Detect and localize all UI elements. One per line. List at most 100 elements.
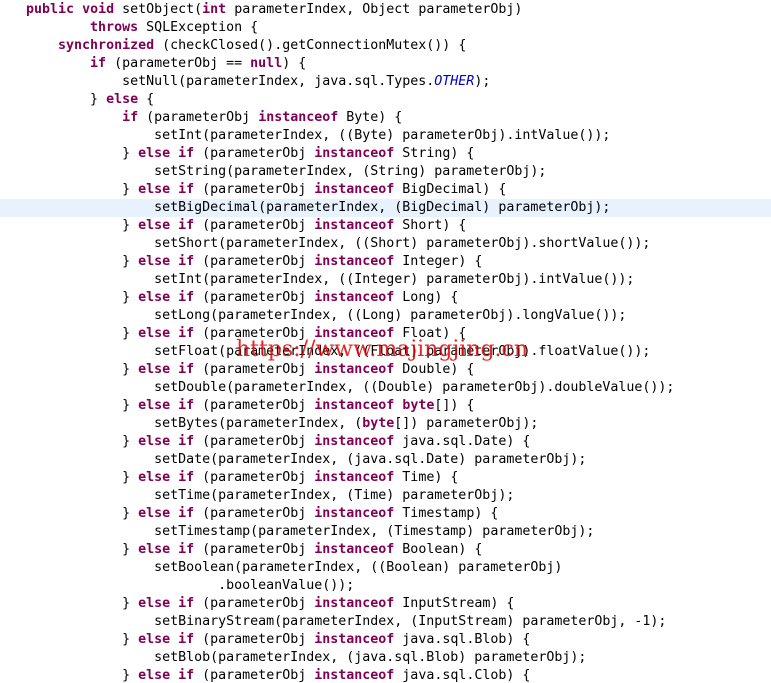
keyword-token: if — [178, 254, 195, 269]
code-line[interactable]: setInt(parameterIndex, ((Byte) parameter… — [0, 127, 771, 145]
code-line[interactable]: } else if (parameterObj instanceof Strin… — [0, 145, 771, 163]
code-line[interactable]: } else if (parameterObj instanceof Boole… — [0, 541, 771, 559]
keyword-token: if — [178, 470, 195, 485]
code-line[interactable]: } else if (parameterObj instanceof Input… — [0, 595, 771, 613]
code-line[interactable]: setBigDecimal(parameterIndex, (BigDecima… — [0, 199, 771, 217]
code-token: Long) { — [394, 290, 459, 305]
code-token: (parameterObj — [194, 254, 315, 269]
code-token: (parameterObj — [194, 146, 315, 161]
code-line[interactable]: } else if (parameterObj instanceof Integ… — [0, 253, 771, 271]
code-token: InputStream) { — [394, 596, 515, 611]
code-token: Byte) { — [338, 110, 403, 125]
code-line[interactable]: .booleanValue()); — [0, 577, 771, 595]
code-line[interactable]: setDouble(parameterIndex, ((Double) para… — [0, 379, 771, 397]
code-token: parameterIndex, Object parameterObj) — [226, 2, 523, 17]
code-line[interactable]: } else if (parameterObj instanceof Long)… — [0, 289, 771, 307]
code-line[interactable]: } else if (parameterObj instanceof java.… — [0, 667, 771, 683]
keyword-token: instanceof — [314, 596, 395, 611]
code-token: } — [26, 326, 139, 341]
code-token: setBinaryStream(parameterIndex, (InputSt… — [26, 614, 667, 629]
code-line[interactable]: } else if (parameterObj instanceof BigDe… — [0, 181, 771, 199]
keyword-token: if — [178, 290, 195, 305]
code-line[interactable]: } else if (parameterObj instanceof Time)… — [0, 469, 771, 487]
code-token: setBlob(parameterIndex, (java.sql.Blob) … — [26, 650, 587, 665]
code-token: setInt(parameterIndex, ((Byte) parameter… — [26, 128, 611, 143]
keyword-token: instanceof — [314, 254, 395, 269]
code-line[interactable]: setTimestamp(parameterIndex, (Timestamp)… — [0, 523, 771, 541]
code-line[interactable]: setString(parameterIndex, (String) param… — [0, 163, 771, 181]
code-line[interactable]: setDate(parameterIndex, (java.sql.Date) … — [0, 451, 771, 469]
code-token: } — [26, 470, 139, 485]
code-token: java.sql.Date) { — [394, 434, 531, 449]
code-token: SQLException { — [138, 20, 259, 35]
code-line[interactable]: setInt(parameterIndex, ((Integer) parame… — [0, 271, 771, 289]
code-line[interactable]: throws SQLException { — [0, 19, 771, 37]
code-token: Timestamp) { — [394, 506, 499, 521]
code-line[interactable]: setBinaryStream(parameterIndex, (InputSt… — [0, 613, 771, 631]
code-line[interactable]: } else if (parameterObj instanceof java.… — [0, 631, 771, 649]
code-token: } — [26, 362, 139, 377]
code-token: (parameterObj — [194, 182, 315, 197]
keyword-token: else — [138, 218, 171, 233]
code-line[interactable]: if (parameterObj instanceof Byte) { — [0, 109, 771, 127]
keyword-token: instanceof — [314, 470, 395, 485]
code-line[interactable]: public void setObject(int parameterIndex… — [0, 1, 771, 19]
keyword-token: else — [138, 434, 171, 449]
keyword-token: void — [82, 2, 115, 17]
code-line[interactable]: } else if (parameterObj instanceof Times… — [0, 505, 771, 523]
keyword-token: else — [138, 326, 171, 341]
code-line[interactable]: } else { — [0, 91, 771, 109]
code-token: setFloat(parameterIndex, ((Float) parame… — [26, 344, 651, 359]
code-line[interactable]: setShort(parameterIndex, ((Short) parame… — [0, 235, 771, 253]
code-line[interactable]: setNull(parameterIndex, java.sql.Types.O… — [0, 73, 771, 91]
code-line[interactable]: } else if (parameterObj instanceof byte[… — [0, 397, 771, 415]
keyword-token: int — [202, 2, 227, 17]
code-token: (parameterObj — [194, 470, 315, 485]
code-line[interactable]: } else if (parameterObj instanceof Short… — [0, 217, 771, 235]
code-editor[interactable]: public void setObject(int parameterIndex… — [0, 0, 771, 683]
keyword-token: instanceof — [314, 506, 395, 521]
keyword-token: instanceof — [314, 668, 395, 683]
code-token: Short) { — [394, 218, 467, 233]
code-line[interactable]: setFloat(parameterIndex, ((Float) parame… — [0, 343, 771, 361]
code-token: Float) { — [394, 326, 467, 341]
code-line[interactable]: synchronized (checkClosed().getConnectio… — [0, 37, 771, 55]
keyword-token: else — [138, 470, 171, 485]
constant-token: OTHER — [434, 74, 475, 89]
code-line[interactable]: setBytes(parameterIndex, (byte[]) parame… — [0, 415, 771, 433]
keyword-token: instanceof — [314, 290, 395, 305]
code-token: setTimestamp(parameterIndex, (Timestamp)… — [26, 524, 595, 539]
code-token: String) { — [394, 146, 475, 161]
code-token: setObject( — [114, 2, 203, 17]
keyword-token: instanceof — [314, 362, 395, 377]
keyword-token: instanceof — [314, 146, 395, 161]
keyword-token: instanceof — [314, 218, 395, 233]
code-token: setShort(parameterIndex, ((Short) parame… — [26, 236, 651, 251]
code-token: (parameterObj — [194, 632, 315, 647]
code-line[interactable]: } else if (parameterObj instanceof Float… — [0, 325, 771, 343]
keyword-token: if — [178, 668, 195, 683]
code-line[interactable]: if (parameterObj == null) { — [0, 55, 771, 73]
code-token: } — [26, 218, 139, 233]
code-token: setNull(parameterIndex, java.sql.Types. — [26, 74, 435, 89]
code-token: } — [26, 290, 139, 305]
code-line[interactable]: setLong(parameterIndex, ((Long) paramete… — [0, 307, 771, 325]
keyword-token: byte — [362, 416, 395, 431]
code-token: (checkClosed().getConnectionMutex()) { — [154, 38, 467, 53]
code-line[interactable]: } else if (parameterObj instanceof java.… — [0, 433, 771, 451]
keyword-token: if — [178, 146, 195, 161]
code-token: (parameterObj — [194, 326, 315, 341]
code-line[interactable]: } else if (parameterObj instanceof Doubl… — [0, 361, 771, 379]
keyword-token: instanceof — [314, 632, 395, 647]
keyword-token: if — [178, 218, 195, 233]
code-line[interactable]: setBlob(parameterIndex, (java.sql.Blob) … — [0, 649, 771, 667]
code-token: []) { — [434, 398, 475, 413]
code-line[interactable]: setBoolean(parameterIndex, ((Boolean) pa… — [0, 559, 771, 577]
code-line[interactable]: setTime(parameterIndex, (Time) parameter… — [0, 487, 771, 505]
code-token: ) { — [282, 56, 307, 71]
keyword-token: if — [178, 632, 195, 647]
